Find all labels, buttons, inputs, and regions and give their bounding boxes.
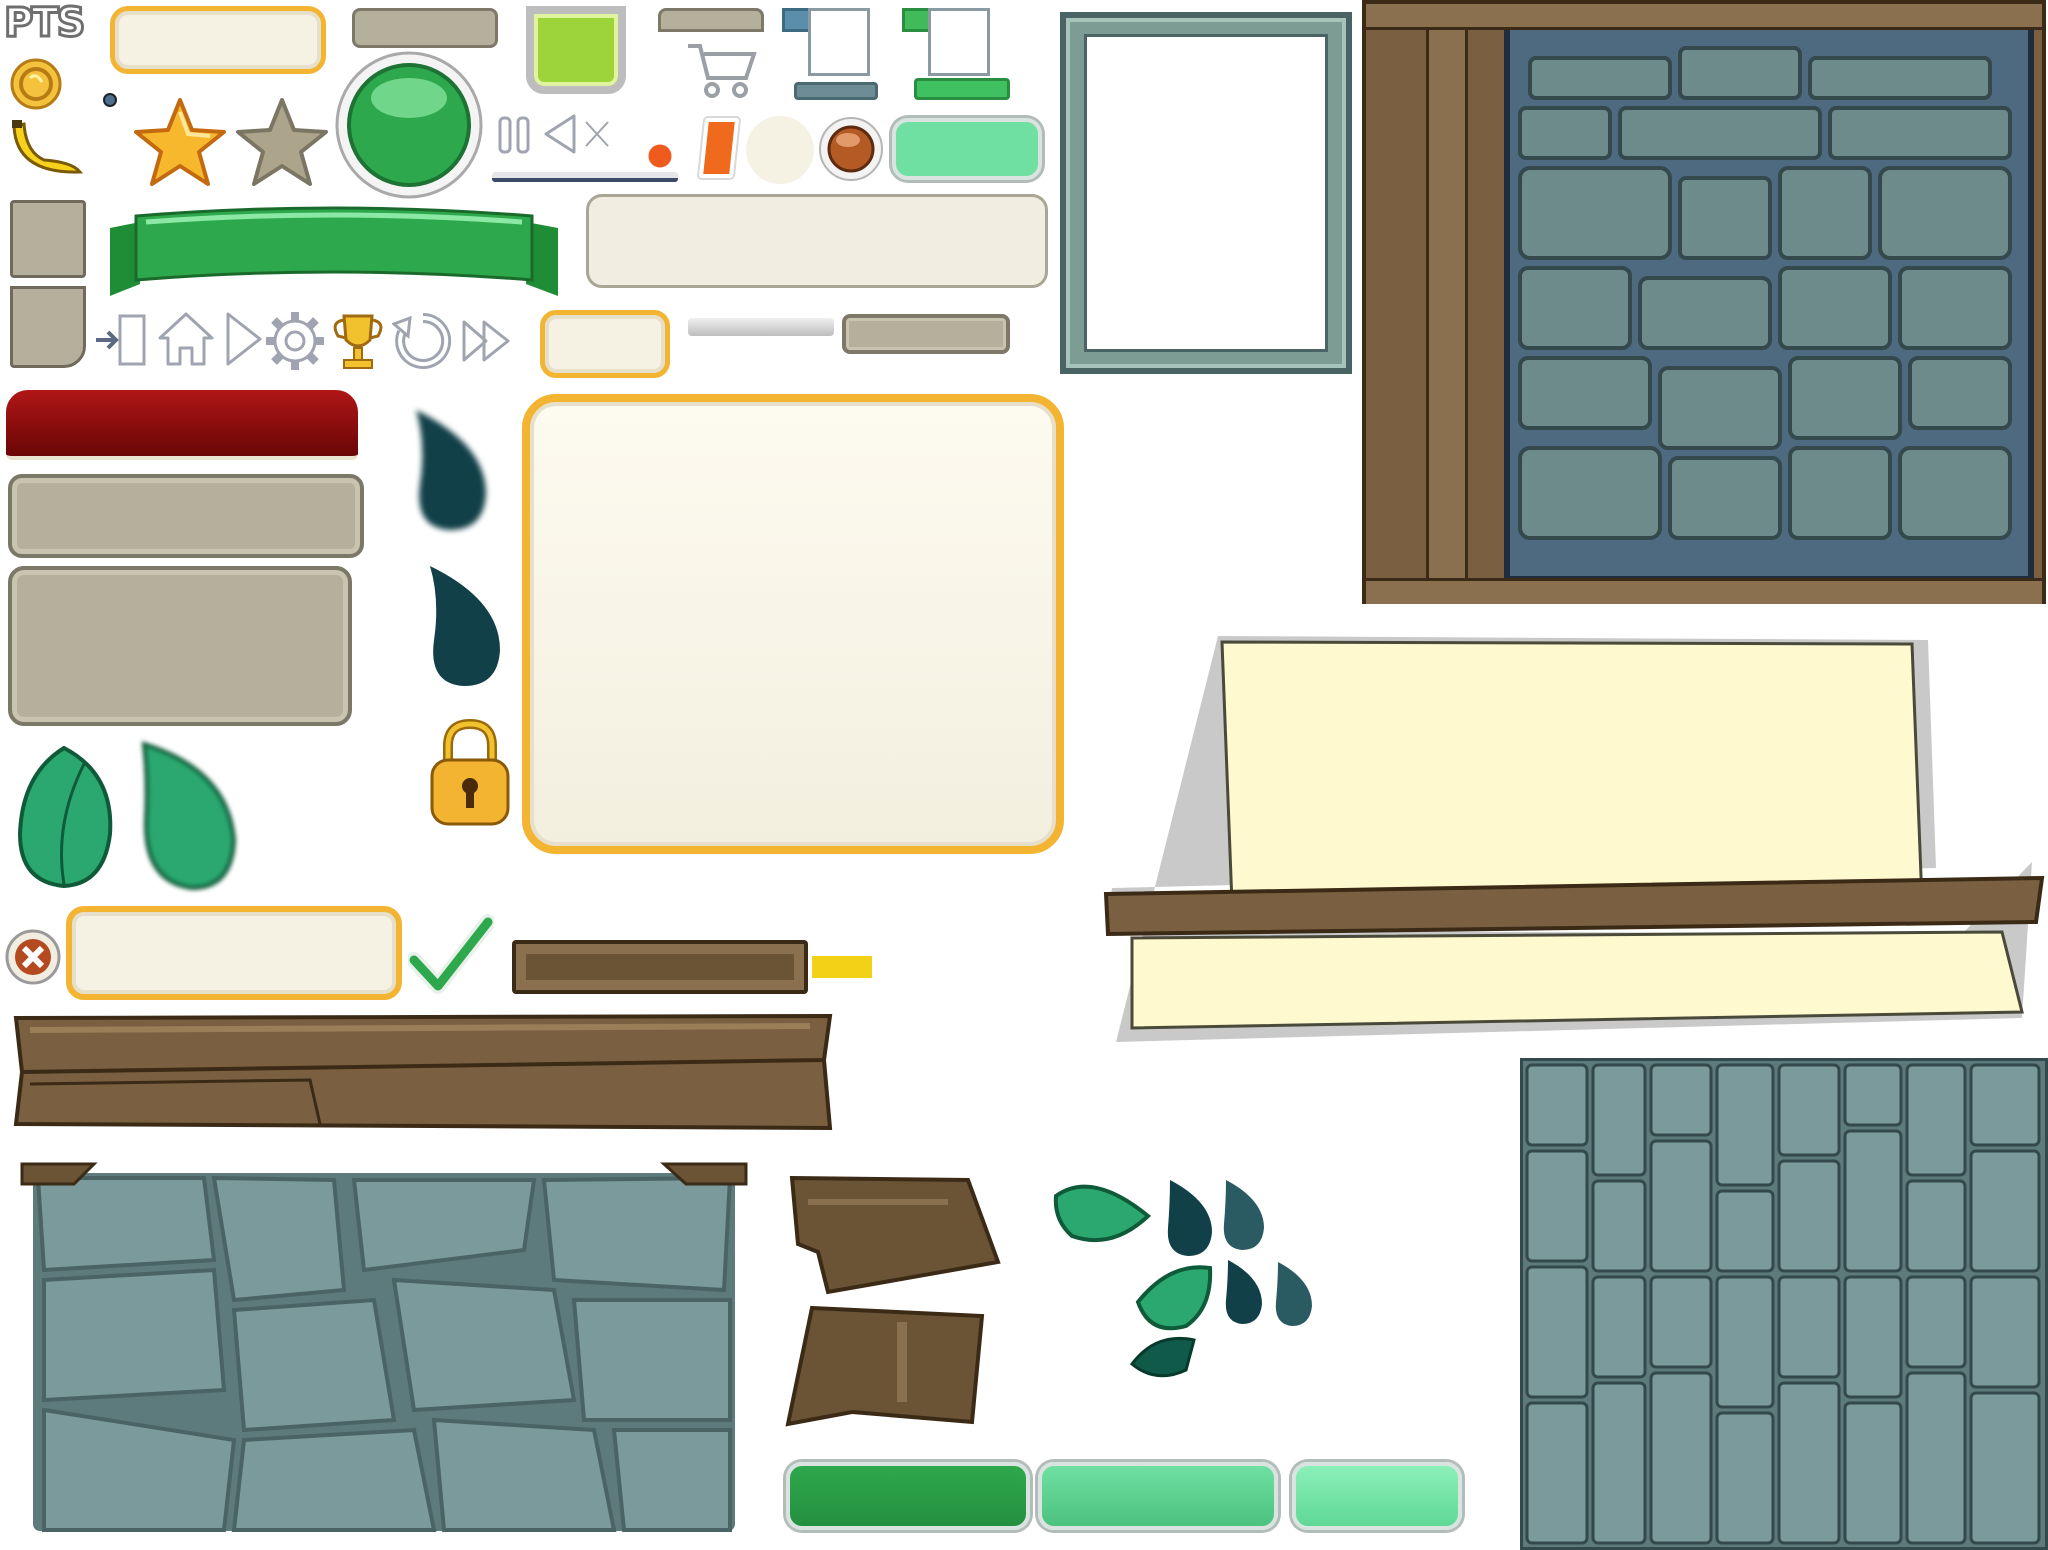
cream-panel-wide <box>586 194 1048 288</box>
gray-bar-top <box>352 8 498 48</box>
play-icon[interactable] <box>540 112 580 156</box>
water-drop-icon <box>1160 1176 1216 1260</box>
input-field-beige[interactable] <box>66 906 402 1000</box>
home-icon[interactable] <box>154 308 218 370</box>
broken-wood-piece-bottom <box>782 1302 988 1428</box>
cart-icon[interactable] <box>684 40 758 100</box>
fast-forward-icon[interactable] <box>460 318 512 364</box>
gray-tab <box>658 8 764 32</box>
coin-icon <box>8 58 64 110</box>
tab-card-green[interactable] <box>902 8 1012 100</box>
wood-progress-bar <box>512 940 808 994</box>
water-drop-icon <box>406 404 492 534</box>
leaf-icon <box>134 740 240 892</box>
dungeon-panel <box>1362 0 2046 604</box>
green-round-button[interactable] <box>334 50 484 200</box>
dialog-panel-large <box>522 394 1064 854</box>
banana-icon <box>6 116 84 182</box>
green-button-medium[interactable] <box>1038 1462 1278 1530</box>
gray-panel-a <box>8 474 364 558</box>
water-drop-icon <box>420 560 506 690</box>
star-empty-icon <box>234 96 330 188</box>
checkmark-icon <box>408 914 494 1000</box>
pts-logo: PTS <box>3 0 87 48</box>
brown-knob-button[interactable] <box>818 116 884 182</box>
gray-gradient-bar <box>688 318 834 336</box>
beige-button-small[interactable] <box>110 6 326 74</box>
beige-button-mini[interactable] <box>540 310 670 378</box>
settings-gear-icon[interactable] <box>264 310 326 372</box>
restart-icon[interactable] <box>392 310 454 372</box>
broken-wood-piece-top <box>788 1172 1004 1302</box>
leaf-icon <box>14 744 116 890</box>
red-header-bar <box>6 390 358 460</box>
cream-circle <box>746 116 814 184</box>
gray-bar-small <box>842 314 1010 354</box>
close-x-icon[interactable] <box>4 928 62 986</box>
orange-bar-icon <box>698 118 740 178</box>
yellow-fill-bar <box>812 956 872 978</box>
stone-frame <box>1060 12 1352 374</box>
stone-wall-block <box>14 1160 754 1540</box>
light-green-button[interactable] <box>892 118 1042 180</box>
lock-icon <box>426 718 514 830</box>
red-dot-icon <box>644 140 676 172</box>
slider-track[interactable] <box>492 172 678 182</box>
wood-plank-wide <box>10 1010 836 1134</box>
star-icon <box>132 96 228 188</box>
exit-door-icon[interactable] <box>92 310 150 370</box>
stone-column-texture <box>1520 1058 2048 1550</box>
lime-square-button[interactable] <box>526 6 626 94</box>
water-drop-icon <box>1268 1258 1316 1330</box>
next-arrow-icon[interactable] <box>222 310 264 368</box>
parchment-sign <box>1092 632 2048 1042</box>
green-ribbon-banner <box>106 204 562 302</box>
trophy-icon <box>328 310 388 374</box>
pause-icon[interactable] <box>494 114 536 156</box>
tab-card-blue[interactable] <box>782 8 878 100</box>
mute-icon[interactable] <box>580 116 614 152</box>
water-drop-icon <box>1218 1256 1266 1328</box>
green-button-light[interactable] <box>1292 1462 1462 1530</box>
small-bolt-icon <box>102 92 118 108</box>
leaf-icon <box>1052 1176 1152 1248</box>
stone-tile-a <box>10 200 86 278</box>
stone-tile-b <box>10 286 86 368</box>
gray-panel-b <box>8 566 352 726</box>
leaf-icon <box>1126 1334 1198 1382</box>
green-button-dark[interactable] <box>786 1462 1030 1530</box>
water-drop-icon <box>1216 1176 1268 1254</box>
leaf-icon <box>1130 1262 1214 1338</box>
